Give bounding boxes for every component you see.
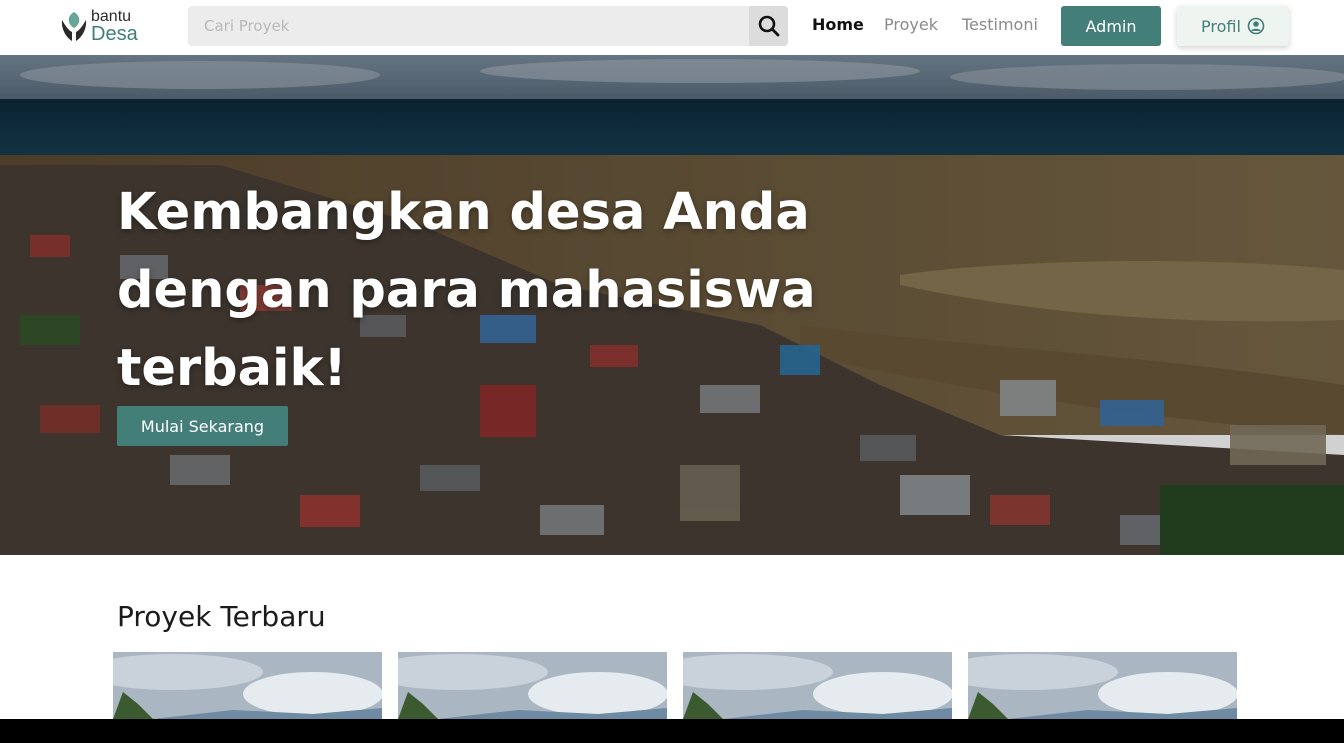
page: bantu Desa Home Proyek Testimoni Admin P… — [0, 0, 1344, 719]
project-card-image — [968, 652, 1237, 719]
admin-button-label: Admin — [1085, 16, 1137, 36]
project-card[interactable] — [398, 652, 667, 719]
section-title-latest-projects: Proyek Terbaru — [117, 600, 326, 633]
brand-logo[interactable]: bantu Desa — [59, 9, 138, 45]
hero-title: Kembangkan desa Anda dengan para mahasis… — [117, 174, 837, 408]
profil-button[interactable]: Profil — [1177, 6, 1289, 46]
search-button[interactable] — [749, 6, 788, 46]
nav-home[interactable]: Home — [812, 15, 864, 34]
profil-button-label: Profil — [1201, 16, 1241, 36]
project-card-image — [398, 652, 667, 719]
search-input[interactable] — [188, 6, 748, 46]
project-card-image — [683, 652, 952, 719]
hero-banner: Kembangkan desa Anda dengan para mahasis… — [0, 55, 1344, 555]
start-now-button[interactable]: Mulai Sekarang — [117, 406, 288, 446]
project-card[interactable] — [113, 652, 382, 719]
hero-title-line2: dengan para mahasiswa — [117, 261, 816, 320]
nav-proyek[interactable]: Proyek — [884, 15, 938, 34]
navbar: bantu Desa Home Proyek Testimoni Admin P… — [0, 0, 1344, 55]
project-card-image — [113, 652, 382, 719]
brand-line2: Desa — [91, 23, 138, 45]
search-icon — [758, 15, 779, 37]
nav-testimoni[interactable]: Testimoni — [962, 15, 1038, 34]
admin-button[interactable]: Admin — [1061, 6, 1161, 46]
search-bar — [188, 6, 788, 46]
hero-title-line3: terbaik! — [117, 339, 347, 398]
project-card[interactable] — [968, 652, 1237, 719]
hero-title-line1: Kembangkan desa Anda — [117, 183, 810, 242]
user-circle-icon — [1247, 17, 1265, 35]
start-now-button-label: Mulai Sekarang — [140, 416, 265, 436]
project-card[interactable] — [683, 652, 952, 719]
leaf-hands-icon — [61, 12, 87, 41]
